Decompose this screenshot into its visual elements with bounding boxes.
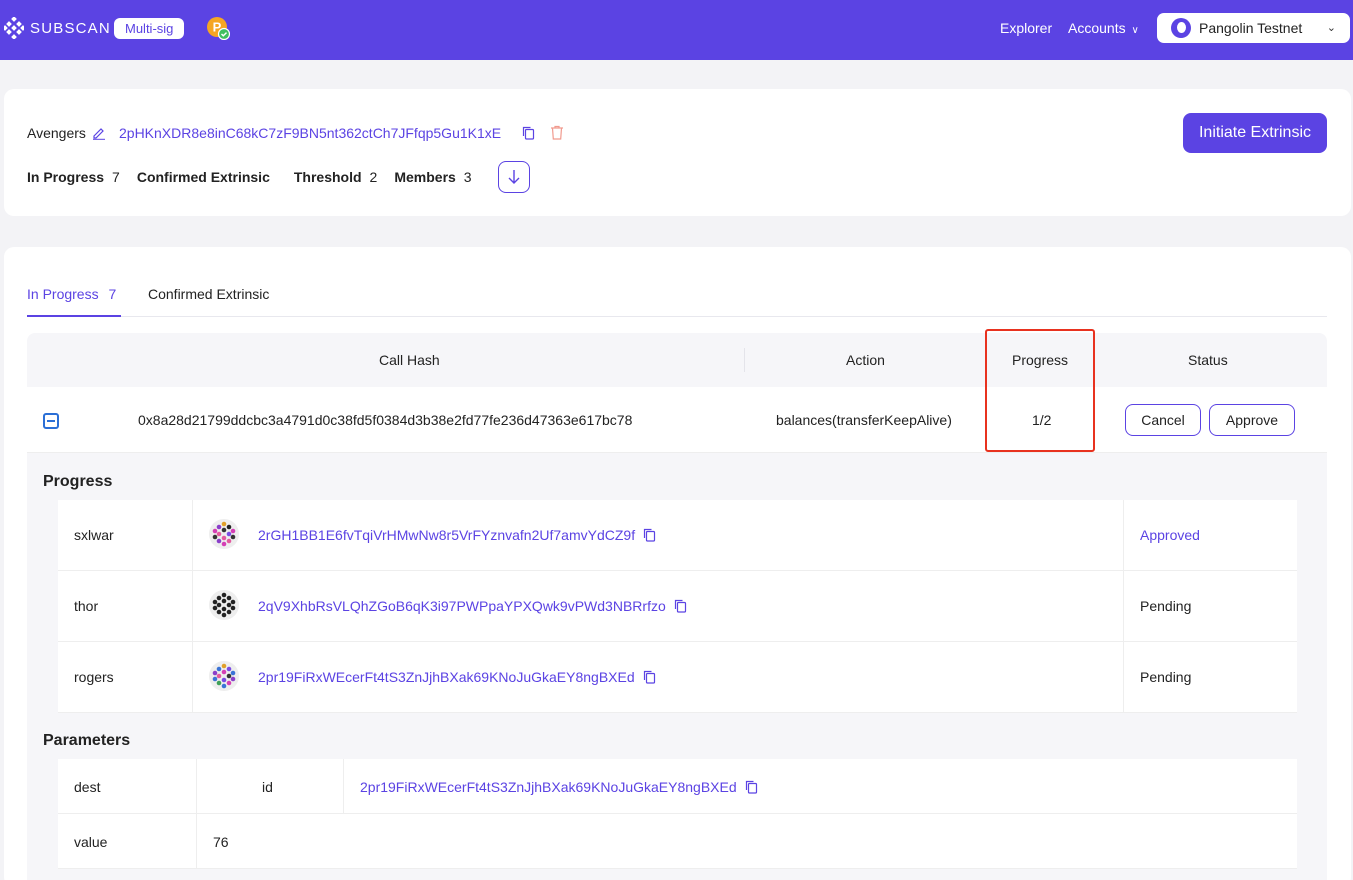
header-divider	[744, 348, 745, 372]
parameters-section-title: Parameters	[43, 732, 131, 749]
param-value: 76	[213, 834, 229, 850]
account-address[interactable]: 2pHKnXDR8e8inC68kC7zF9BN5nt362ctCh7JFfqp…	[119, 125, 501, 141]
network-icon	[1171, 18, 1191, 38]
chevron-down-icon: ⌄	[1326, 22, 1336, 34]
top-navbar: SUBSCAN Multi-sig P Explorer Accounts ∨ …	[0, 0, 1353, 60]
progress-table: sxlwar 2rGH1BB1E6fvTqiVrHMwNw8r5VrFYznva…	[58, 500, 1297, 713]
subscan-logo[interactable]: SUBSCAN	[4, 17, 111, 39]
collapse-icon[interactable]	[43, 413, 59, 429]
param-value-text: 2pr19FiRxWEcerFt4tS3ZnJjhBXak69KNoJuGkaE…	[360, 779, 737, 795]
progress-section-title: Progress	[43, 473, 113, 490]
account-name: Avengers	[27, 125, 86, 141]
call-hash: 0x8a28d21799ddcbc3a4791d0c38fd5f0384d3b3…	[138, 412, 633, 428]
identicon-avatar	[209, 519, 239, 549]
member-name: thor	[74, 598, 99, 614]
in-progress-label: In Progress	[27, 169, 105, 185]
member-status: Pending	[1140, 598, 1192, 614]
table-header: Call Hash Action Progress Status	[27, 333, 1327, 387]
table-row: dest id 2pr19FiRxWEcerFt4tS3ZnJjhBXak69K…	[58, 759, 1297, 814]
identicon-avatar	[209, 661, 239, 691]
member-address[interactable]: 2pr19FiRxWEcerFt4tS3ZnJjhBXak69KNoJuGkaE…	[258, 669, 656, 685]
header-status: Status	[1188, 352, 1228, 368]
tabs: In Progress 7 Confirmed Extrinsic	[27, 283, 1327, 317]
member-name: rogers	[74, 669, 114, 685]
extrinsics-table: Call Hash Action Progress Status 0x8a28d…	[27, 333, 1327, 453]
member-address-text: 2pr19FiRxWEcerFt4tS3ZnJjhBXak69KNoJuGkaE…	[258, 669, 635, 685]
identicon-avatar	[209, 590, 239, 620]
progress-highlight-box	[985, 329, 1095, 452]
copy-icon[interactable]	[522, 126, 535, 140]
table-row: thor 2qV9XhbRsVLQhZGoB6qK3i97PWPpaYPXQwk…	[58, 571, 1297, 642]
table-row: rogers 2pr19FiRxWEcerFt4tS3ZnJjhBXak69KN…	[58, 642, 1297, 713]
logo-icon	[4, 17, 24, 39]
delete-icon[interactable]	[550, 125, 564, 140]
nav-accounts[interactable]: Accounts ∨	[1068, 20, 1139, 36]
network-select[interactable]: Pangolin Testnet ⌄	[1157, 13, 1350, 43]
param-value-address[interactable]: 2pr19FiRxWEcerFt4tS3ZnJjhBXak69KNoJuGkaE…	[360, 779, 758, 795]
header-action: Action	[846, 352, 885, 368]
table-row: 0x8a28d21799ddcbc3a4791d0c38fd5f0384d3b3…	[27, 387, 1327, 453]
table-row: value 76	[58, 814, 1297, 869]
threshold-value: 2	[369, 169, 378, 185]
param-name: dest	[74, 779, 101, 795]
initiate-extrinsic-button[interactable]: Initiate Extrinsic	[1183, 113, 1327, 153]
tab-confirmed-extrinsic[interactable]: Confirmed Extrinsic	[148, 286, 269, 302]
action: balances(transferKeepAlive)	[776, 412, 952, 428]
parameters-table: dest id 2pr19FiRxWEcerFt4tS3ZnJjhBXak69K…	[58, 759, 1297, 869]
arrow-down-icon	[508, 170, 520, 184]
member-address-text: 2rGH1BB1E6fvTqiVrHMwNw8r5VrFYznvafn2Uf7a…	[258, 527, 636, 543]
member-address-text: 2qV9XhbRsVLQhZGoB6qK3i97PWPpaYPXQwk9vPWd…	[258, 598, 666, 614]
account-stats: In Progress 7 Confirmed Extrinsic Thresh…	[27, 169, 489, 185]
in-progress-count: 7	[112, 169, 120, 185]
param-name: value	[74, 834, 108, 850]
extrinsic-detail: Progress sxlwar 2rGH1BB1E6fvTqiVrHMwNw8r…	[27, 453, 1327, 880]
members-label: Members	[394, 169, 456, 185]
wallet-connected-icon[interactable]: P	[206, 16, 230, 40]
confirmed-label: Confirmed Extrinsic	[136, 169, 270, 185]
members-value: 3	[463, 169, 472, 185]
header-call-hash: Call Hash	[379, 352, 440, 368]
copy-icon[interactable]	[643, 670, 656, 684]
extrinsics-card: In Progress 7 Confirmed Extrinsic Call H…	[4, 247, 1351, 880]
approve-button[interactable]: Approve	[1209, 404, 1295, 436]
nav-explorer[interactable]: Explorer	[1000, 20, 1052, 36]
member-address[interactable]: 2rGH1BB1E6fvTqiVrHMwNw8r5VrFYznvafn2Uf7a…	[258, 527, 656, 543]
table-row: sxlwar 2rGH1BB1E6fvTqiVrHMwNw8r5VrFYznva…	[58, 500, 1297, 571]
logo-text: SUBSCAN	[30, 19, 111, 37]
copy-icon[interactable]	[643, 528, 656, 542]
member-address[interactable]: 2qV9XhbRsVLQhZGoB6qK3i97PWPpaYPXQwk9vPWd…	[258, 598, 687, 614]
chevron-down-icon: ∨	[1131, 25, 1139, 36]
param-key: id	[262, 779, 273, 795]
multisig-badge: Multi-sig	[114, 18, 185, 39]
edit-icon[interactable]	[92, 126, 106, 140]
expand-members-button[interactable]	[498, 161, 530, 193]
member-status: Approved	[1140, 527, 1200, 543]
tab-in-progress[interactable]: In Progress 7	[27, 286, 122, 317]
threshold-label: Threshold	[293, 169, 362, 185]
nav-accounts-label: Accounts	[1068, 20, 1126, 36]
member-status: Pending	[1140, 669, 1192, 685]
tab-in-progress-count: 7	[108, 286, 117, 302]
tab-in-progress-label: In Progress	[27, 286, 99, 302]
member-name: sxlwar	[74, 527, 114, 543]
network-label: Pangolin Testnet	[1199, 20, 1303, 36]
copy-icon[interactable]	[745, 780, 758, 794]
cancel-button[interactable]: Cancel	[1125, 404, 1201, 436]
account-card: Avengers 2pHKnXDR8e8inC68kC7zF9BN5nt362c…	[4, 89, 1351, 216]
copy-icon[interactable]	[674, 599, 687, 613]
